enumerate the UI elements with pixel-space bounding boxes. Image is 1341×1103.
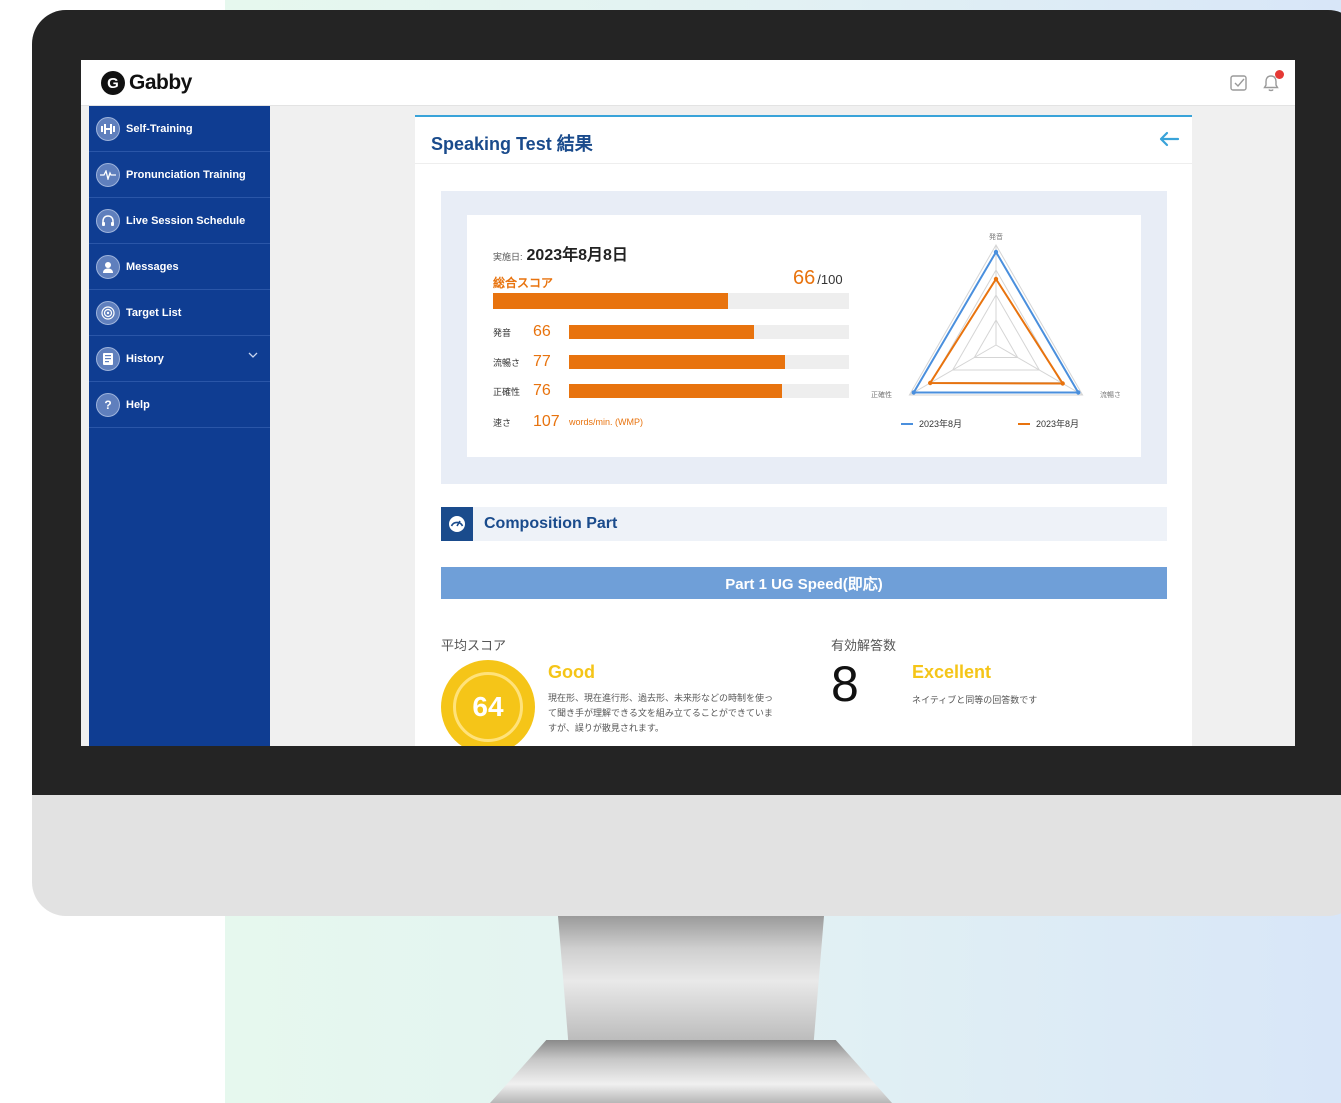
sidebar-item-help[interactable]: ? Help <box>89 382 270 428</box>
metric-value: 76 <box>533 382 551 399</box>
metric-label: 正確性 <box>493 386 521 397</box>
metric-value: 77 <box>533 353 551 370</box>
app-logo[interactable]: G Gabby <box>101 71 192 95</box>
date-label: 実施日: <box>493 252 523 262</box>
test-date: 実施日: 2023年8月8日 <box>493 241 628 265</box>
header-actions <box>1229 70 1284 93</box>
metric-bar <box>569 384 849 398</box>
headset-icon <box>96 208 120 233</box>
average-score-grade: Good <box>548 662 595 682</box>
metric-bar-fill <box>569 325 754 339</box>
chevron-down-icon[interactable] <box>248 352 258 358</box>
waveform-icon <box>96 162 120 187</box>
metric-label: 流暢さ <box>493 357 521 368</box>
radar-legend: 2023年8月 2023年8月 <box>901 417 1079 430</box>
gauge-icon <box>441 507 473 541</box>
sidebar-item-label: Live Session Schedule <box>126 214 246 227</box>
metric-bar <box>569 325 849 339</box>
metric-bar <box>569 355 849 369</box>
radar-point <box>1076 390 1081 395</box>
radar-axis-label: 正確性 <box>871 390 892 399</box>
radar-axis-label: 発音 <box>989 233 1003 241</box>
sidebar-item-self-training[interactable]: Self-Training <box>89 106 270 152</box>
metric-row-fluency: 流暢さ 77 <box>493 352 849 372</box>
speed-unit: words/min. (WMP) <box>569 417 643 427</box>
sidebar-item-label: Pronunciation Training <box>126 168 246 181</box>
radar-point <box>911 390 916 395</box>
sidebar-item-label: Messages <box>126 260 179 273</box>
checklist-icon[interactable] <box>1229 73 1249 93</box>
average-score-value: 64 <box>453 672 523 742</box>
valid-answers-count: 8 <box>831 656 859 712</box>
monitor-stand-base <box>490 1040 892 1103</box>
sidebar-item-live-session-schedule[interactable]: Live Session Schedule <box>89 198 270 244</box>
metric-row-pronunciation: 発音 66 <box>493 322 849 342</box>
legend-swatch <box>1018 422 1031 425</box>
dumbbell-icon <box>96 116 120 141</box>
app-header: G Gabby <box>81 60 1295 106</box>
metric-value: 107 <box>533 413 560 430</box>
metric-value: 66 <box>533 323 551 340</box>
sidebar: Self-Training Pronunciation Training Liv… <box>89 106 270 746</box>
target-icon <box>96 300 120 325</box>
part-title-bar: Part 1 UG Speed(即応) <box>441 567 1167 599</box>
notification-bell-icon[interactable] <box>1261 70 1284 93</box>
legend-item: 2023年8月 <box>901 417 962 430</box>
average-score-label: 平均スコア <box>441 638 507 653</box>
sidebar-item-target-list[interactable]: Target List <box>89 290 270 336</box>
notification-badge <box>1275 70 1284 79</box>
metric-label: 発音 <box>493 327 512 338</box>
page-title: Speaking Test 結果 <box>431 134 593 154</box>
radar-point <box>993 249 999 255</box>
total-score-value: 66 <box>793 267 816 289</box>
metric-bar-fill <box>569 355 785 369</box>
result-panel: Speaking Test 結果 実施日: 2023年8月8日 総合スコア 66… <box>415 115 1192 746</box>
back-arrow-icon[interactable] <box>1158 131 1180 147</box>
radar-point <box>993 276 999 282</box>
radar-chart: 発音流暢さ 正確性 <box>871 233 1121 399</box>
chat-icon <box>96 254 120 279</box>
total-score-label: 総合スコア <box>493 276 554 290</box>
composition-part-title: Composition Part <box>484 515 618 532</box>
composition-part-header: Composition Part <box>441 507 1167 541</box>
legend-label: 2023年8月 <box>919 419 963 429</box>
legend-label: 2023年8月 <box>1036 419 1080 429</box>
valid-answers-label: 有効解答数 <box>831 638 897 653</box>
gabby-logo-icon: G <box>101 71 125 95</box>
average-score-badge: 64 <box>441 660 535 746</box>
app-screen: G Gabby Self-Training Pronunciation Trai… <box>81 60 1295 746</box>
valid-answers-grade: Excellent <box>912 662 992 682</box>
total-score-bar <box>493 293 849 309</box>
legend-item: 2023年8月 <box>1018 417 1079 430</box>
score-section: 実施日: 2023年8月8日 総合スコア 66 /100 発音 66 流暢さ 7… <box>441 191 1167 484</box>
metric-bar-fill <box>569 384 782 398</box>
radar-axis-label: 流暢さ <box>1100 390 1121 399</box>
radar-point <box>927 380 933 386</box>
metric-row-speed: 速さ 107 words/min. (WMP) <box>493 412 643 432</box>
metric-row-accuracy: 正確性 76 <box>493 381 849 401</box>
monitor-stand-neck <box>558 916 824 1046</box>
book-icon <box>96 346 120 371</box>
panel-divider <box>415 163 1192 164</box>
sidebar-item-messages[interactable]: Messages <box>89 244 270 290</box>
radar-point <box>1060 381 1065 386</box>
sidebar-item-label: Self-Training <box>126 122 193 135</box>
help-icon: ? <box>96 392 120 417</box>
sidebar-item-label: History <box>126 352 164 365</box>
total-score-bar-fill <box>493 293 728 309</box>
date-value: 2023年8月8日 <box>526 247 628 264</box>
score-card: 実施日: 2023年8月8日 総合スコア 66 /100 発音 66 流暢さ 7… <box>467 215 1141 457</box>
sidebar-item-pronunciation-training[interactable]: Pronunciation Training <box>89 152 270 198</box>
sidebar-item-label: Target List <box>126 306 182 319</box>
total-score-max: /100 <box>817 272 843 287</box>
metric-label: 速さ <box>493 417 512 428</box>
average-score-description: 現在形、現在進行形、過去形、未来形などの時制を使って聞き手が理解できる文を組み立… <box>548 693 774 733</box>
sidebar-item-history[interactable]: History <box>89 336 270 382</box>
sidebar-item-label: Help <box>126 398 150 411</box>
legend-swatch <box>901 422 913 425</box>
valid-answers-description: ネイティブと同等の回答数です <box>912 695 1038 705</box>
total-score: 66 /100 <box>793 267 843 290</box>
app-name: Gabby <box>129 71 192 94</box>
